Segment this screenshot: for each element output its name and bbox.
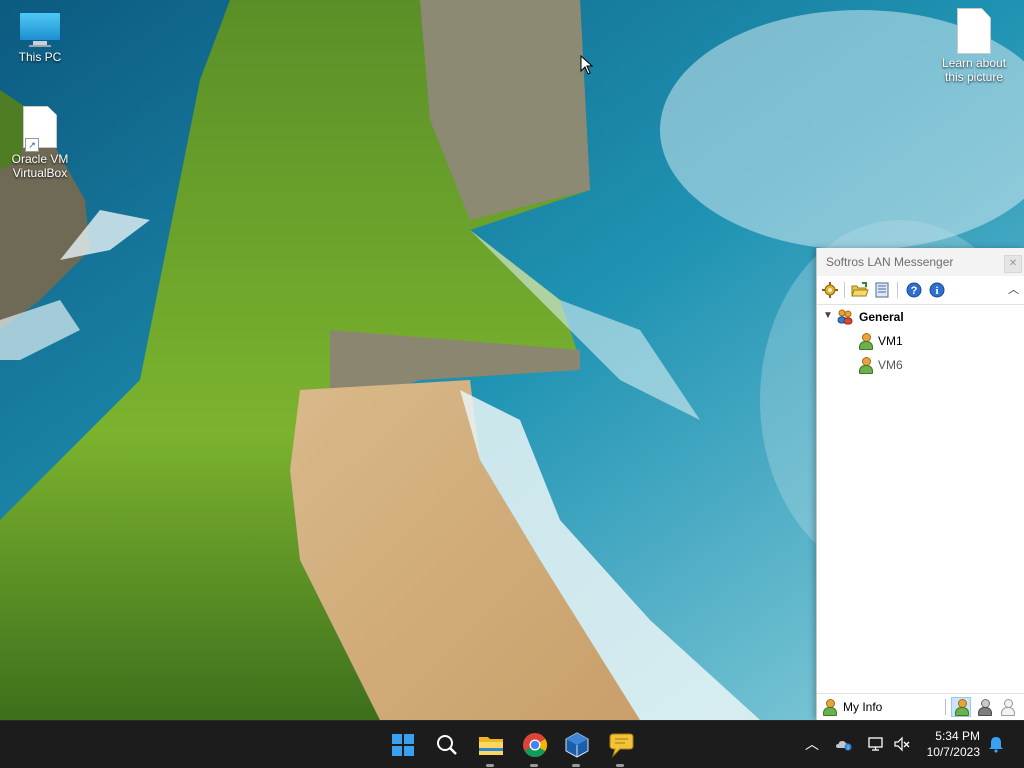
running-indicator: [486, 764, 494, 767]
taskbar: ︿ i 5:34 PM 10/7/2023: [0, 720, 1024, 768]
help-icon: ?: [906, 282, 922, 298]
file-explorer-button[interactable]: [475, 729, 507, 767]
desktop-icon-label: This PC: [18, 50, 62, 64]
status-offline-button[interactable]: [997, 697, 1017, 717]
bell-icon: [989, 737, 1003, 753]
chevron-down-icon[interactable]: ▼: [823, 310, 833, 321]
desktop-icon-learn-about-picture[interactable]: Learn about this picture: [934, 8, 1014, 84]
tree-user-vm1[interactable]: VM1: [817, 329, 1024, 353]
clock-button[interactable]: 5:34 PM 10/7/2023: [918, 729, 980, 759]
svg-text:i: i: [935, 285, 938, 297]
search-button[interactable]: [431, 729, 463, 761]
close-button[interactable]: ✕: [1004, 255, 1022, 273]
window-title: Softros LAN Messenger: [826, 255, 954, 269]
info-button[interactable]: i: [928, 281, 946, 299]
shortcut-arrow-icon: ↗: [25, 138, 39, 152]
user-online-icon: [858, 333, 873, 350]
chevron-up-icon: ︿: [1008, 284, 1019, 296]
messenger-window[interactable]: Softros LAN Messenger ✕ ? i ︿ ▼ General …: [816, 248, 1024, 720]
document-icon: [957, 8, 991, 54]
svg-text:i: i: [847, 746, 848, 752]
virtualbox-shortcut-icon: ↗: [23, 106, 57, 152]
info-icon: i: [929, 282, 945, 298]
clock-date: 10/7/2023: [926, 745, 980, 759]
user-label: VM1: [878, 334, 903, 348]
collapse-button[interactable]: ︿: [1008, 281, 1019, 297]
virtualbox-button[interactable]: [561, 729, 593, 767]
messenger-toolbar: ? i ︿: [817, 276, 1024, 305]
group-label: General: [859, 310, 904, 324]
running-indicator: [572, 764, 580, 767]
running-indicator: [530, 764, 538, 767]
network-icon: [868, 737, 883, 751]
message-log-button[interactable]: [873, 281, 891, 299]
available-status-icon: [954, 699, 969, 716]
svg-text:?: ?: [911, 285, 918, 297]
group-icon: [837, 309, 853, 325]
network-tray-button[interactable]: [867, 735, 885, 753]
file-explorer-icon: [479, 737, 503, 755]
messenger-status-bar: My Info: [817, 693, 1024, 720]
away-status-icon: [977, 699, 992, 716]
show-hidden-icons-button[interactable]: ︿: [803, 735, 821, 753]
message-log-icon: [875, 282, 889, 298]
clock-time: 5:34 PM: [935, 729, 980, 743]
tree-user-vm6[interactable]: VM6: [817, 353, 1024, 377]
desktop-icon-label: Learn about this picture: [941, 56, 1007, 84]
chrome-icon: [523, 733, 548, 758]
desktop-icon-virtualbox[interactable]: ↗ Oracle VM VirtualBox: [0, 106, 80, 180]
start-button[interactable]: [387, 729, 419, 761]
volume-muted-icon: [894, 736, 910, 752]
running-indicator: [616, 764, 624, 767]
this-pc-icon: [19, 12, 61, 48]
window-titlebar[interactable]: Softros LAN Messenger ✕: [817, 248, 1024, 276]
my-info-icon[interactable]: [822, 699, 837, 716]
status-available-button[interactable]: [951, 697, 971, 717]
open-folder-button[interactable]: [851, 281, 869, 299]
virtualbox-icon: [565, 732, 589, 758]
chrome-button[interactable]: [519, 729, 551, 767]
status-away-button[interactable]: [974, 697, 994, 717]
softros-messenger-button[interactable]: [605, 729, 637, 767]
status-separator: [945, 699, 946, 715]
toolbar-separator: [897, 282, 898, 298]
mouse-cursor-icon: [580, 55, 594, 75]
onedrive-icon: i: [836, 741, 852, 752]
user-label: VM6: [878, 358, 903, 372]
contact-tree: ▼ General VM1 VM6: [817, 305, 1024, 377]
close-icon: ✕: [1008, 258, 1018, 269]
offline-status-icon: [1000, 699, 1015, 716]
start-icon: [392, 734, 414, 756]
search-icon: [437, 735, 457, 755]
my-info-link[interactable]: My Info: [843, 700, 882, 714]
help-button[interactable]: ?: [905, 281, 923, 299]
settings-icon: [822, 282, 838, 298]
volume-tray-button[interactable]: [893, 735, 911, 753]
notifications-button[interactable]: [987, 735, 1005, 753]
onedrive-tray-button[interactable]: i: [835, 735, 853, 753]
tree-group-general[interactable]: ▼ General: [817, 305, 1024, 329]
toolbar-separator: [844, 282, 845, 298]
desktop-icon-this-pc[interactable]: This PC: [0, 12, 80, 64]
settings-button[interactable]: [821, 281, 839, 299]
user-online-icon: [858, 357, 873, 374]
softros-messenger-icon: [609, 733, 634, 758]
open-folder-icon: [851, 282, 869, 297]
chevron-up-icon: ︿: [805, 736, 819, 752]
desktop-icon-label: Oracle VM VirtualBox: [11, 152, 69, 180]
